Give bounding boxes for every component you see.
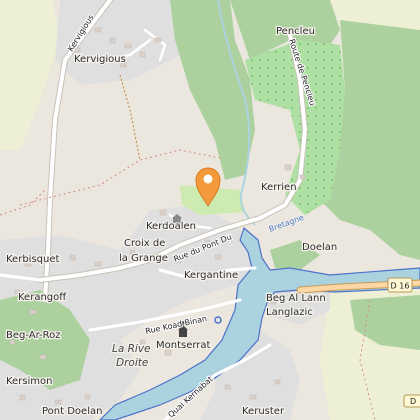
place-label-doelan: Doelan (302, 242, 337, 253)
place-label-kerdoalen: Kerdoalen (146, 221, 196, 232)
place-label-beg-ar-roz: Beg-Ar-Roz (6, 330, 61, 341)
place-label-kerrien: Kerrien (261, 182, 297, 193)
road-shield-d16-text: D 16 (391, 282, 410, 291)
place-label-pencleu: Pencleu (276, 26, 315, 37)
place-label-la-rive: La Rive (112, 343, 151, 355)
place-label-kerangoff: Kerangoff (18, 292, 67, 303)
road-shield-d16: D 16 (387, 277, 413, 293)
place-label-beg-al-lann: Beg Al Lann (266, 293, 326, 304)
place-label-kergantine: Kergantine (184, 270, 238, 281)
place-label-kerbisquet: Kerbisquet (6, 254, 59, 265)
road-shield-d: D (403, 394, 420, 408)
place-label-kersimon: Kersimon (6, 376, 53, 387)
place-label-kervigious: Kervigious (74, 54, 126, 65)
place-label-croix-de: Croix de (124, 238, 165, 249)
place-label-la-grange: la Grange (119, 253, 168, 264)
place-label-droite: Droite (116, 357, 148, 369)
place-label-montserrat: Montserrat (156, 340, 211, 351)
place-label-keruster: Keruster (242, 406, 285, 417)
place-label-langlazic: Langlazic (266, 307, 313, 318)
map-canvas[interactable]: D 16 D Kervigious Pencleu Kerrien Kerdoa… (0, 0, 420, 420)
place-label-pont-doelan: Pont Doelan (42, 406, 102, 417)
road-shield-d-text: D (410, 397, 416, 406)
